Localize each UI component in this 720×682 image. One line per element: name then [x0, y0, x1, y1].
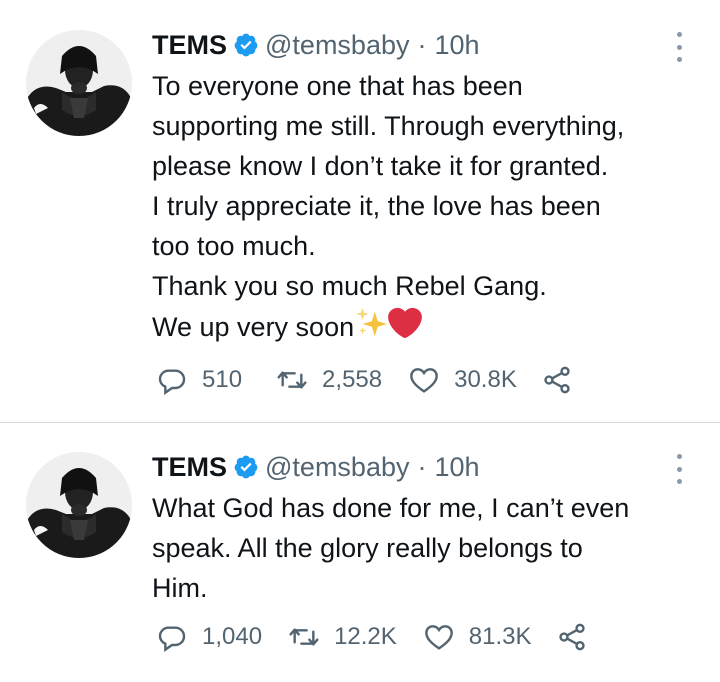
- more-options-icon[interactable]: [674, 454, 684, 484]
- separator: ·: [417, 452, 427, 482]
- display-name[interactable]: TEMS: [152, 449, 227, 485]
- red-heart-icon: [388, 307, 423, 339]
- reply-icon: [158, 369, 186, 395]
- reply-button[interactable]: 510: [156, 364, 242, 396]
- retweet-button[interactable]: 2,558: [276, 364, 382, 396]
- verified-badge-icon: [234, 455, 258, 479]
- share-button[interactable]: [541, 364, 573, 396]
- handle[interactable]: @temsbaby: [265, 27, 409, 63]
- retweet-count: 2,558: [322, 366, 383, 393]
- tweet-text: To everyone one that has been supporting…: [152, 66, 700, 347]
- timestamp[interactable]: 10h: [434, 449, 479, 485]
- like-count: 81.3K: [468, 623, 532, 650]
- avatar[interactable]: [26, 452, 132, 558]
- avatar-photo: [26, 30, 132, 136]
- retweet-icon: [277, 371, 307, 389]
- heart-outline-icon: [410, 368, 438, 393]
- share-icon: [558, 623, 585, 651]
- reply-count: 1,040: [202, 623, 263, 650]
- tweet[interactable]: TEMS @temsbaby · 10h To everyone one tha…: [0, 0, 720, 422]
- like-button[interactable]: 81.3K: [423, 621, 532, 653]
- like-count: 30.8K: [454, 366, 517, 393]
- retweet-icon: [289, 628, 319, 646]
- tweet-text-content: To everyone one that has been supporting…: [152, 71, 625, 342]
- tweet-text: What God has done for me, I can’t even s…: [152, 488, 700, 608]
- sparkles-icon: [356, 307, 388, 337]
- tweet-text-content: What God has done for me, I can’t even s…: [152, 493, 630, 603]
- heart-outline-icon: [424, 625, 453, 650]
- tweet-actions: 1,040 12.2K 81.3K: [156, 621, 588, 653]
- display-name[interactable]: TEMS: [152, 27, 227, 63]
- retweet-count: 12.2K: [334, 623, 397, 650]
- verified-badge-icon: [234, 33, 258, 57]
- tweet[interactable]: TEMS @temsbaby · 10h What God has done f…: [0, 422, 720, 682]
- timestamp[interactable]: 10h: [434, 27, 479, 63]
- handle[interactable]: @temsbaby: [265, 449, 409, 485]
- share-icon: [544, 366, 570, 394]
- reply-button[interactable]: 1,040: [156, 621, 262, 653]
- reply-icon: [158, 626, 186, 652]
- like-button[interactable]: 30.8K: [408, 364, 517, 396]
- share-button[interactable]: [556, 621, 588, 653]
- more-options-icon[interactable]: [674, 32, 684, 62]
- retweet-button[interactable]: 12.2K: [288, 621, 397, 653]
- tweet-header: TEMS @temsbaby · 10h: [152, 449, 480, 485]
- tweet-actions: 510 2,558 30.8K: [156, 364, 573, 396]
- reply-count: 510: [202, 366, 243, 393]
- avatar[interactable]: [26, 30, 132, 136]
- tweet-header: TEMS @temsbaby · 10h: [152, 27, 480, 63]
- avatar-photo: [26, 452, 132, 558]
- separator: ·: [417, 30, 427, 60]
